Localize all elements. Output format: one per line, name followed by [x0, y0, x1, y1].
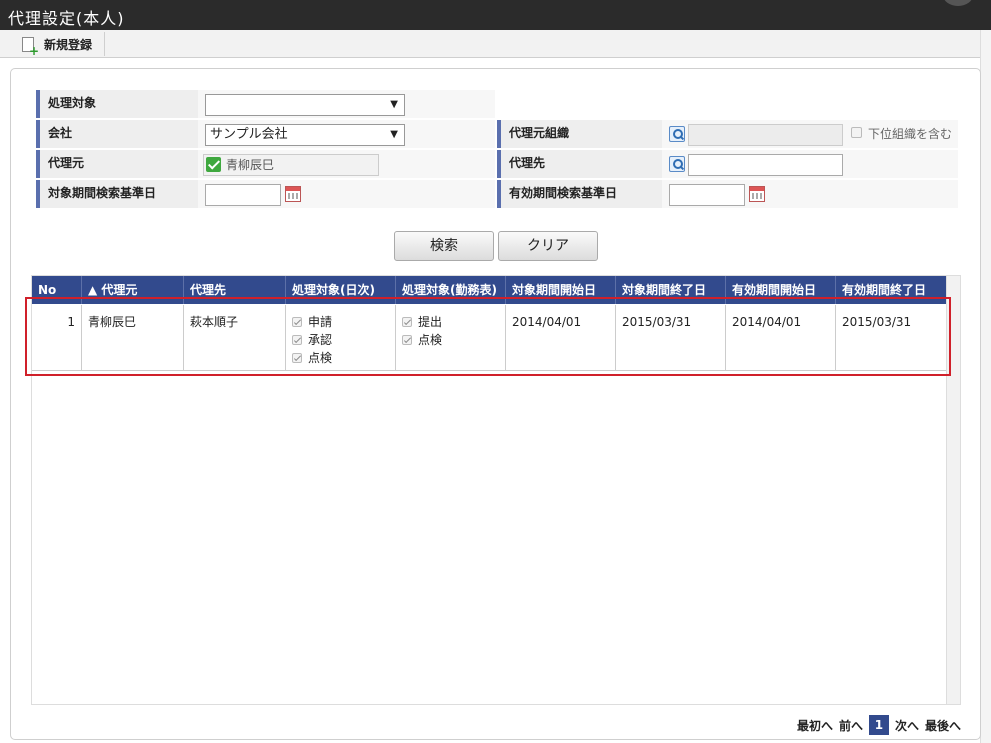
pager-first[interactable]: 最初へ	[797, 717, 833, 734]
proxy-source-value: 青柳辰巳	[203, 154, 379, 176]
highlight-box	[25, 297, 951, 376]
target-label: 処理対象	[36, 90, 198, 118]
pager: 最初へ 前へ 1 次へ 最後へ	[797, 714, 961, 736]
company-select[interactable]: サンプル会社 ▼	[205, 124, 405, 146]
company-select-value: サンプル会社	[210, 127, 288, 142]
proxy-source-label: 代理元	[36, 150, 198, 178]
check-icon	[206, 157, 221, 172]
clear-button[interactable]: クリア	[498, 231, 598, 261]
dest-search-icon[interactable]	[669, 156, 685, 172]
target-period-input[interactable]	[205, 184, 281, 206]
proxy-source-name: 青柳辰巳	[226, 158, 275, 172]
proxy-dest-input[interactable]	[688, 154, 843, 176]
pager-next[interactable]: 次へ	[895, 717, 919, 734]
toolbar: 新規登録	[0, 30, 980, 58]
pager-current[interactable]: 1	[868, 715, 889, 735]
pager-prev[interactable]: 前へ	[839, 717, 863, 734]
calendar-icon[interactable]	[285, 186, 301, 202]
include-sub-checkbox[interactable]	[851, 127, 862, 138]
proxy-org-label: 代理元組織	[497, 120, 662, 148]
new-button[interactable]: 新規登録	[10, 32, 106, 57]
proxy-dest-label: 代理先	[497, 150, 662, 178]
dropdown-arrow-icon: ▼	[390, 129, 398, 140]
include-sub-label: 下位組織を含む	[868, 127, 953, 141]
window-control[interactable]	[943, 0, 973, 6]
dropdown-arrow-icon: ▼	[390, 99, 398, 110]
calendar-icon[interactable]	[749, 186, 765, 202]
window-title: 代理設定(本人)	[8, 9, 125, 28]
title-bar: 代理設定(本人)	[0, 0, 991, 30]
pager-last[interactable]: 最後へ	[925, 717, 961, 734]
new-button-label: 新規登録	[44, 37, 93, 52]
valid-period-input[interactable]	[669, 184, 745, 206]
page-scrollbar[interactable]	[980, 30, 991, 743]
target-select[interactable]: ▼	[205, 94, 405, 116]
company-label: 会社	[36, 120, 198, 148]
new-document-icon	[22, 36, 39, 57]
search-button[interactable]: 検索	[394, 231, 494, 261]
proxy-org-input	[688, 124, 843, 146]
valid-period-label: 有効期間検索基準日	[497, 180, 662, 208]
org-search-icon[interactable]	[669, 126, 685, 142]
target-period-label: 対象期間検索基準日	[36, 180, 198, 208]
